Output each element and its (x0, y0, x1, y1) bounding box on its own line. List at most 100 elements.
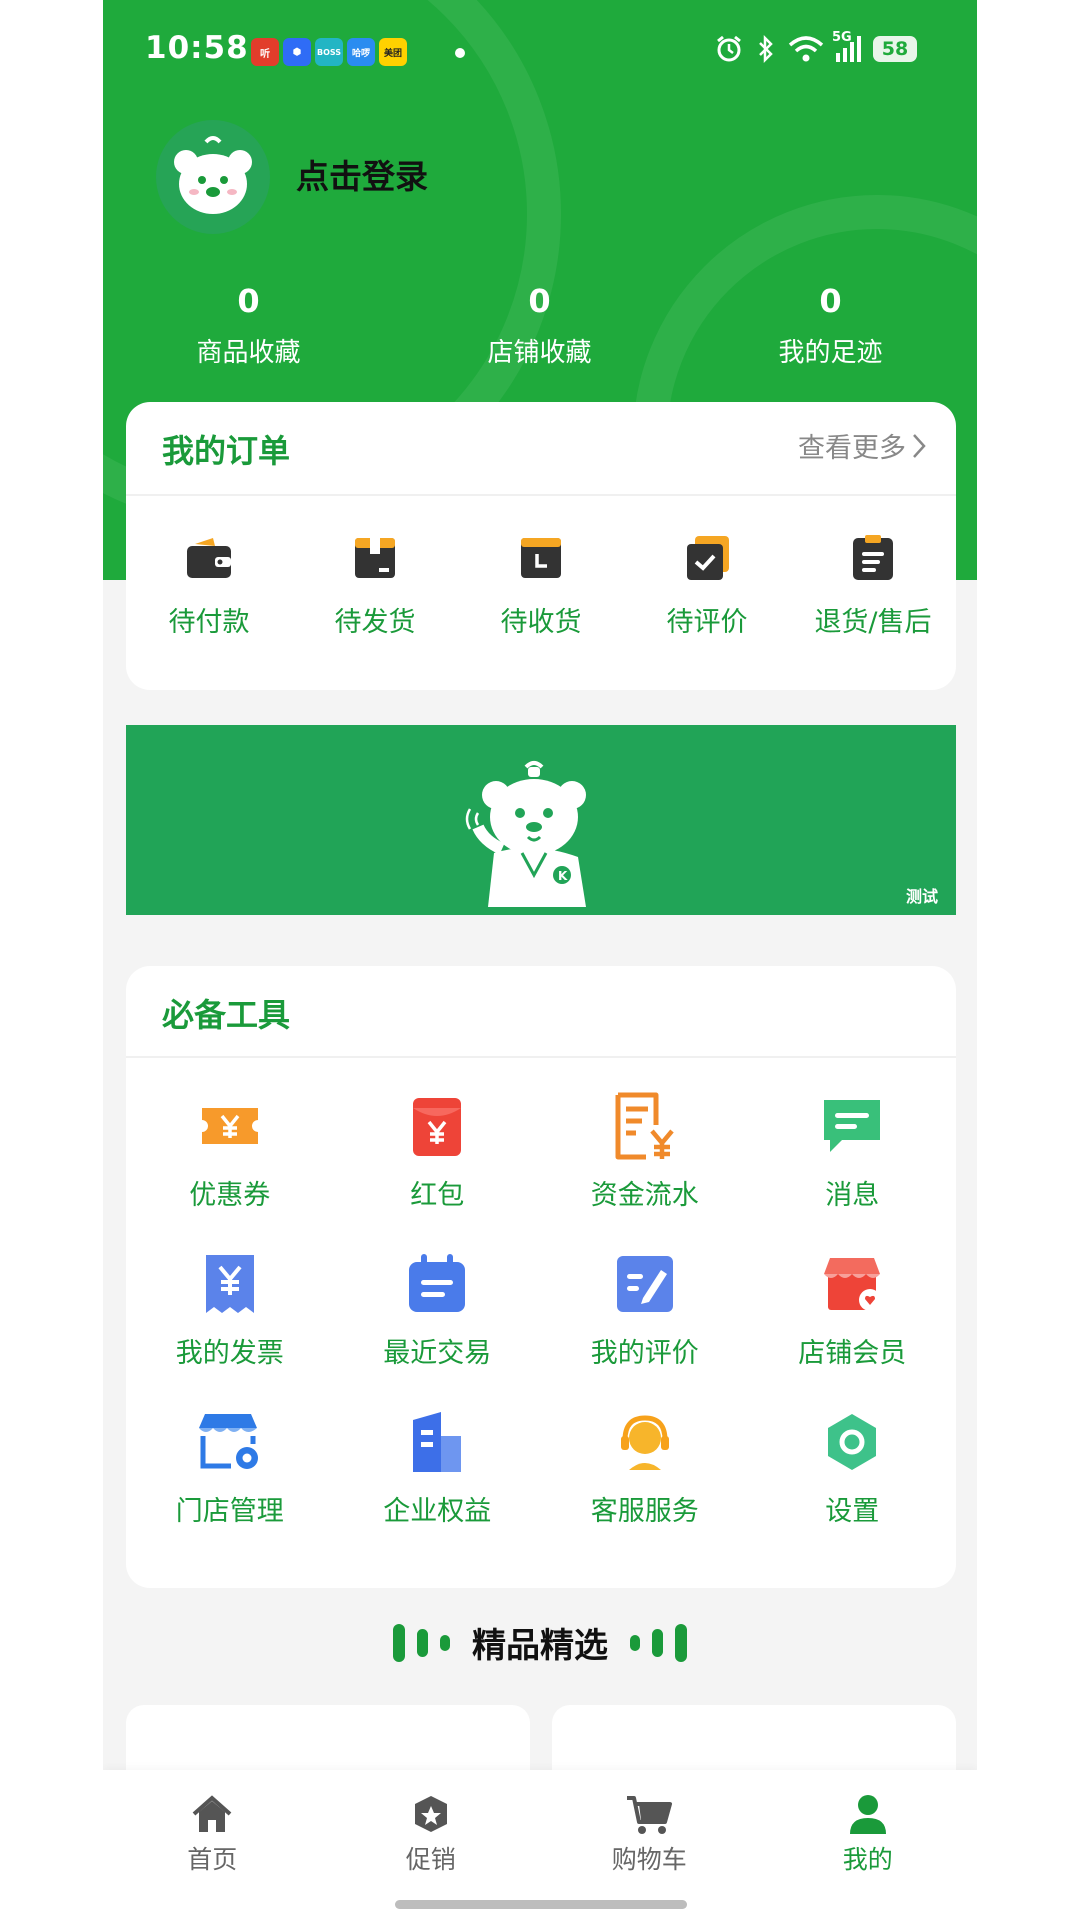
decor-bar (440, 1634, 450, 1651)
store-member-icon (824, 1258, 882, 1311)
check-note-icon (687, 536, 729, 580)
network-type: 5G (832, 30, 852, 45)
tool-invoices[interactable]: 我的发票 (126, 1249, 334, 1407)
settings-hex-icon (828, 1414, 877, 1470)
stat-footprints[interactable]: 0 我的足迹 (685, 282, 976, 369)
order-label: 待收货 (500, 607, 582, 638)
box-icon (355, 538, 395, 578)
home-icon (192, 1795, 232, 1832)
tool-settings[interactable]: 设置 (749, 1407, 957, 1565)
wifi-icon (788, 36, 824, 62)
user-icon (849, 1795, 886, 1834)
tool-label: 消息 (825, 1180, 880, 1211)
tool-store-membership[interactable]: 店铺会员 (749, 1249, 957, 1407)
invoice-icon (205, 1255, 254, 1313)
stat-label: 商品收藏 (196, 338, 301, 368)
tab-label: 促销 (405, 1845, 456, 1874)
tool-label: 客服服务 (590, 1496, 699, 1527)
bear-mascot-icon (174, 136, 252, 214)
view-more-link[interactable]: 查看更多 (798, 426, 928, 465)
left-margin (0, 0, 103, 1920)
login-link[interactable]: 点击登录 (296, 150, 428, 198)
orders-card: 我的订单 查看更多 待付款 待发货 待收货 待评价 退货/售后 (126, 402, 956, 690)
notification-dot (455, 48, 465, 58)
tool-recent-transactions[interactable]: 最近交易 (334, 1249, 542, 1407)
avatar[interactable] (156, 120, 270, 234)
tool-messages[interactable]: 消息 (749, 1091, 957, 1249)
tab-promotion[interactable]: 促销 (322, 1770, 541, 1920)
tab-mine[interactable]: 我的 (759, 1770, 978, 1920)
tool-label: 优惠券 (189, 1180, 271, 1211)
bill-icon (615, 1092, 674, 1160)
red-envelope-icon (413, 1098, 462, 1156)
tool-label: 资金流水 (590, 1180, 699, 1211)
featured-heading: 精品精选 (103, 1618, 977, 1667)
tool-red-envelope[interactable]: 红包 (334, 1091, 542, 1249)
tab-cart[interactable]: 购物车 (540, 1770, 759, 1920)
tool-coupon[interactable]: 优惠券 (126, 1091, 334, 1249)
cart-icon (627, 1796, 673, 1834)
tools-divider (126, 1056, 956, 1058)
stat-store-favorites[interactable]: 0 店铺收藏 (394, 282, 685, 369)
building-icon (413, 1412, 462, 1472)
boss-zhipin-icon: BOSS (315, 38, 343, 66)
stat-value: 0 (528, 282, 551, 320)
featured-title: 精品精选 (472, 1626, 608, 1666)
order-after-sales[interactable]: 退货/售后 (790, 532, 956, 639)
order-status-row: 待付款 待发货 待收货 待评价 退货/售后 (126, 532, 956, 639)
headset-icon (620, 1415, 669, 1470)
bluetooth-icon (759, 34, 773, 64)
tool-label: 店铺会员 (798, 1338, 907, 1369)
waving-bear-mascot-icon: K (465, 761, 586, 907)
tools-card: 必备工具 优惠券 红包 资金流水 消息 我的发票 最近交易 我的评价 店铺会员 … (126, 966, 956, 1588)
home-indicator[interactable] (395, 1900, 687, 1909)
screen: 10:58 听 ⬢ BOSS 哈啰 美团 5G 58 点击登录 0 商品收藏 0… (0, 0, 1080, 1920)
order-pending-receipt[interactable]: 待收货 (458, 532, 624, 639)
calendar-list-icon (409, 1254, 466, 1312)
svg-text:K: K (558, 869, 568, 883)
order-label: 退货/售后 (814, 607, 932, 638)
decor-bar (630, 1634, 640, 1651)
haluo-icon: 哈啰 (347, 38, 375, 66)
order-pending-shipment[interactable]: 待发货 (292, 532, 458, 639)
tool-fund-flow[interactable]: 资金流水 (541, 1091, 749, 1249)
tab-label: 首页 (187, 1845, 238, 1874)
order-label: 待发货 (334, 607, 416, 638)
profile-stats: 0 商品收藏 0 店铺收藏 0 我的足迹 (103, 282, 977, 369)
tool-label: 设置 (825, 1496, 880, 1527)
tool-label: 红包 (410, 1180, 465, 1211)
decor-bar (393, 1623, 405, 1662)
meituan-icon: 美团 (379, 38, 407, 66)
chevron-right-icon (913, 433, 926, 458)
stat-label: 店铺收藏 (487, 338, 592, 368)
right-margin (977, 0, 1080, 1920)
wallet-icon (187, 538, 231, 578)
tool-store-management[interactable]: 门店管理 (126, 1407, 334, 1565)
tool-customer-service[interactable]: 客服服务 (541, 1407, 749, 1565)
decor-bar (652, 1628, 663, 1657)
order-label: 待付款 (168, 607, 250, 638)
status-indicators: 5G 58 (714, 30, 917, 64)
tool-label: 最近交易 (383, 1338, 492, 1369)
tool-enterprise-benefits[interactable]: 企业权益 (334, 1407, 542, 1565)
decor-bar (675, 1623, 687, 1662)
tools-title: 必备工具 (162, 996, 291, 1034)
ting-app-icon: 听 (251, 38, 279, 66)
stat-product-favorites[interactable]: 0 商品收藏 (103, 282, 394, 369)
tab-home[interactable]: 首页 (103, 1770, 322, 1920)
promo-banner[interactable]: K 测试 (126, 725, 956, 915)
coupon-icon (201, 1108, 258, 1144)
banner-tag: 测试 (905, 887, 938, 906)
tool-my-reviews[interactable]: 我的评价 (541, 1249, 749, 1407)
battery-indicator: 58 (873, 36, 917, 62)
stat-label: 我的足迹 (778, 338, 883, 368)
view-more-label: 查看更多 (798, 433, 906, 464)
tool-label: 门店管理 (175, 1496, 284, 1527)
phone-viewport: 10:58 听 ⬢ BOSS 哈啰 美团 5G 58 点击登录 0 商品收藏 0… (103, 0, 977, 1920)
signal-icon: 5G (832, 30, 861, 62)
orders-title: 我的订单 (162, 432, 291, 470)
tool-label: 我的评价 (590, 1338, 699, 1369)
order-pending-review[interactable]: 待评价 (624, 532, 790, 639)
order-pending-payment[interactable]: 待付款 (126, 532, 292, 639)
clipboard-icon (853, 535, 893, 580)
